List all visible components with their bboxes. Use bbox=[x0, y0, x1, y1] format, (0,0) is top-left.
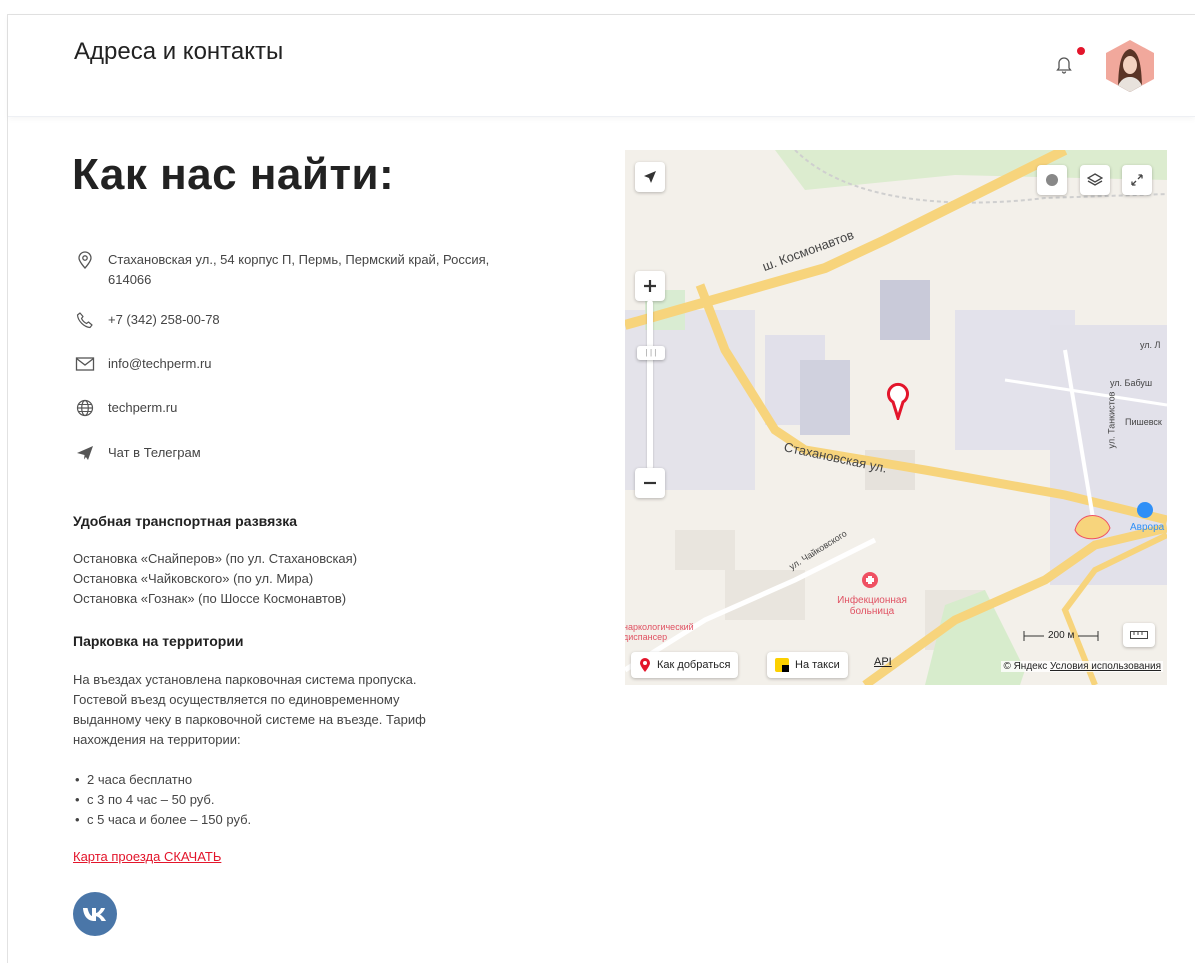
user-avatar[interactable] bbox=[1104, 39, 1156, 93]
parking-text: На въездах установлена парковочная систе… bbox=[73, 670, 426, 750]
page-title: Как нас найти: bbox=[72, 150, 395, 199]
street-label: ул. Бабуш bbox=[1110, 378, 1153, 388]
street-label: ул. Л bbox=[1140, 340, 1161, 350]
telegram-text[interactable]: Чат в Телеграм bbox=[108, 443, 201, 463]
location-marker-icon[interactable] bbox=[883, 378, 913, 425]
zoom-slider-thumb[interactable]: | | | bbox=[637, 346, 665, 360]
contact-website[interactable]: techperm.ru bbox=[74, 398, 177, 418]
terms-link[interactable]: Условия использования bbox=[1050, 661, 1161, 672]
stop-item: Остановка «Гознак» (по Шоссе Космонавтов… bbox=[73, 591, 347, 606]
notifications-bell-icon[interactable] bbox=[1052, 52, 1076, 76]
street-label: ул. Танкистов bbox=[1106, 391, 1117, 449]
zoom-in-button[interactable] bbox=[635, 271, 665, 301]
parking-text-line: На въездах установлена парковочная систе… bbox=[73, 672, 417, 687]
map-scale: 200 м bbox=[1023, 630, 1099, 641]
contact-address: Стахановская ул., 54 корпус П, Пермь, Пе… bbox=[74, 250, 534, 290]
taxi-icon bbox=[775, 658, 789, 672]
poi-label: Аврора bbox=[1130, 522, 1165, 533]
poi-label: Инфекционная больница bbox=[837, 595, 907, 617]
website-text[interactable]: techperm.ru bbox=[108, 398, 177, 418]
contact-phone[interactable]: +7 (342) 258-00-78 bbox=[74, 310, 220, 330]
fullscreen-icon[interactable] bbox=[1122, 165, 1152, 195]
transport-heading: Удобная транспортная развязка bbox=[73, 513, 297, 529]
poi-label: наркологический диспансер bbox=[625, 622, 694, 642]
yandex-map[interactable]: ш. Космонавтов Стахановская ул. ул. Чайк… bbox=[625, 150, 1167, 685]
route-button-label: Как добраться bbox=[657, 659, 731, 671]
tariff-item: с 5 часа и более – 150 руб. bbox=[73, 810, 251, 830]
telegram-icon bbox=[74, 443, 96, 463]
copyright-text: © Яндекс bbox=[1003, 661, 1048, 672]
map-copyright: © Яндекс Условия использования bbox=[1001, 661, 1163, 672]
download-map-link[interactable]: Карта проезда СКАЧАТЬ bbox=[73, 849, 221, 864]
location-pin-icon bbox=[74, 250, 96, 270]
vk-icon[interactable] bbox=[73, 892, 117, 936]
ruler-icon[interactable] bbox=[1123, 623, 1155, 647]
phone-text[interactable]: +7 (342) 258-00-78 bbox=[108, 310, 220, 330]
scale-text: 200 м bbox=[1048, 630, 1075, 641]
address-text: Стахановская ул., 54 корпус П, Пермь, Пе… bbox=[108, 252, 490, 287]
route-button[interactable]: Как добраться bbox=[631, 652, 739, 678]
parking-text-line: нахождения на территории: bbox=[73, 732, 241, 747]
traffic-icon[interactable] bbox=[1037, 165, 1067, 195]
stop-item: Остановка «Снайперов» (по ул. Стахановск… bbox=[73, 551, 358, 566]
stop-item: Остановка «Чайковского» (по ул. Мира) bbox=[73, 571, 314, 586]
tariff-item: с 3 по 4 час – 50 руб. bbox=[73, 790, 251, 810]
mail-icon bbox=[74, 354, 96, 374]
zoom-out-button[interactable] bbox=[635, 468, 665, 498]
contact-email[interactable]: info@techperm.ru bbox=[74, 354, 212, 374]
parking-text-line: Гостевой въезд осуществляется по единовр… bbox=[73, 692, 400, 707]
parking-heading: Парковка на территории bbox=[73, 633, 244, 649]
api-link[interactable]: API bbox=[874, 656, 892, 668]
zoom-slider-track[interactable] bbox=[647, 300, 653, 470]
phone-icon bbox=[74, 310, 96, 330]
email-text[interactable]: info@techperm.ru bbox=[108, 354, 212, 374]
globe-icon bbox=[74, 398, 96, 418]
contact-telegram[interactable]: Чат в Телеграм bbox=[74, 443, 201, 463]
taxi-button[interactable]: На такси bbox=[767, 652, 848, 678]
parking-text-line: выданному чеку в парковочной системе на … bbox=[73, 712, 426, 727]
notification-dot bbox=[1077, 47, 1085, 55]
header-title: Адреса и контакты bbox=[74, 38, 284, 65]
tariff-list: 2 часа бесплатно с 3 по 4 час – 50 руб. … bbox=[73, 770, 251, 830]
street-label: Пишевск bbox=[1125, 417, 1162, 427]
transport-stops: Остановка «Снайперов» (по ул. Стахановск… bbox=[73, 549, 357, 609]
tariff-item: 2 часа бесплатно bbox=[73, 770, 251, 790]
route-pin-icon bbox=[640, 658, 650, 672]
taxi-button-label: На такси bbox=[795, 659, 840, 671]
top-header bbox=[8, 15, 1195, 117]
layers-icon[interactable] bbox=[1080, 165, 1110, 195]
geolocation-icon[interactable] bbox=[635, 162, 665, 192]
